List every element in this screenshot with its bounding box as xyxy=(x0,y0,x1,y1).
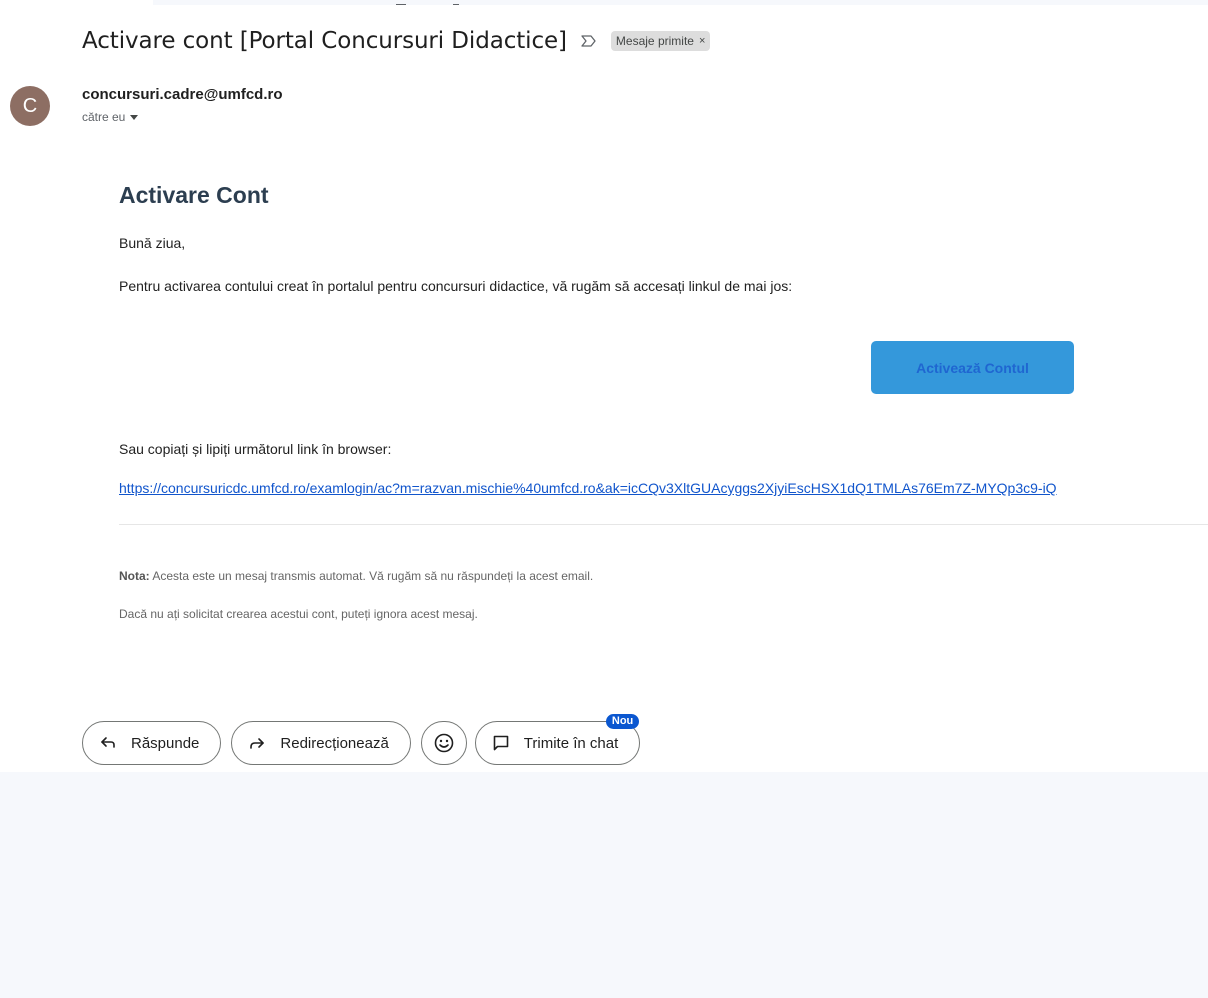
reply-label: Răspunde xyxy=(131,734,200,752)
top-toolbar-fragment xyxy=(153,0,1208,5)
lower-background xyxy=(0,772,1208,998)
remove-label-icon[interactable]: × xyxy=(699,35,705,47)
forward-label: Redirecționează xyxy=(280,734,389,752)
note-label: Nota: xyxy=(119,569,150,583)
sender-address[interactable]: concursuri.cadre@umfcd.ro xyxy=(82,86,283,103)
activation-link[interactable]: https://concursuricdc.umfcd.ro/examlogin… xyxy=(119,480,1057,496)
greeting-text: Bună ziua, xyxy=(119,235,186,251)
send-to-chat-label: Trimite în chat xyxy=(523,734,619,752)
new-badge: Nou xyxy=(605,714,640,729)
divider xyxy=(119,524,1208,525)
email-subject: Activare cont [Portal Concursuri Didacti… xyxy=(82,28,567,54)
forward-icon xyxy=(248,734,266,752)
chevron-down-icon xyxy=(130,114,139,120)
reply-icon xyxy=(99,734,117,752)
note-text: Acesta este un mesaj transmis automat. V… xyxy=(149,569,594,583)
recipients-text: către eu xyxy=(82,110,126,124)
send-to-chat-button[interactable]: Trimite în chat Nou xyxy=(474,714,641,765)
clipped-mark xyxy=(396,0,406,5)
reply-button[interactable]: Răspunde xyxy=(82,721,222,765)
emoji-reaction-button[interactable] xyxy=(420,721,467,765)
avatar[interactable]: C xyxy=(10,86,50,126)
email-view: Activare cont [Portal Concursuri Didacti… xyxy=(0,0,1208,998)
smiley-icon xyxy=(433,732,455,754)
automated-note: Nota: Acesta este un mesaj transmis auto… xyxy=(119,569,593,583)
important-marker-icon[interactable] xyxy=(581,34,597,48)
recipients-toggle[interactable]: către eu xyxy=(82,110,139,124)
label-chip-text: Mesaje primite xyxy=(615,34,694,48)
chat-icon xyxy=(492,734,510,752)
action-bar: Răspunde Redirecționează Trimite în chat… xyxy=(82,714,650,766)
ignore-note: Dacă nu ați solicitat crearea acestui co… xyxy=(119,607,478,621)
forward-button[interactable]: Redirecționează xyxy=(231,721,411,765)
clipped-mark xyxy=(453,0,459,5)
activate-account-button[interactable]: Activează Contul xyxy=(871,341,1074,394)
label-chip-inbox: Mesaje primite × xyxy=(610,31,711,51)
body-heading: Activare Cont xyxy=(119,182,269,208)
subject-row: Activare cont [Portal Concursuri Didacti… xyxy=(82,23,711,59)
intro-text: Pentru activarea contului creat în porta… xyxy=(119,278,793,294)
copy-link-hint: Sau copiați și lipiți următorul link în … xyxy=(119,441,392,457)
